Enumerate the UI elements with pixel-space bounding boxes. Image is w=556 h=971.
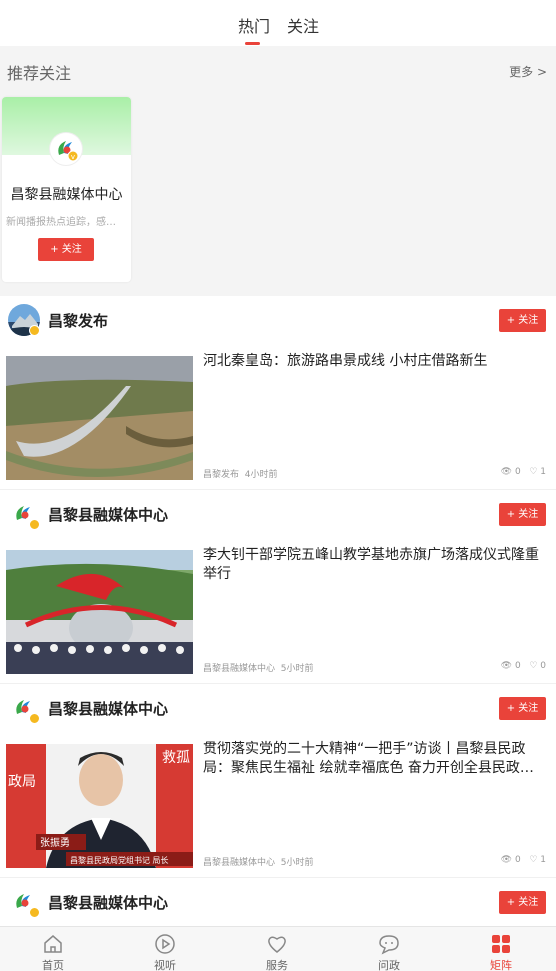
post-source: 昌黎县融媒体中心 — [203, 858, 276, 868]
post-meta: 昌黎县融媒体中心 5小时前 — [203, 855, 313, 868]
post-thumbnail[interactable] — [6, 356, 193, 480]
view-count: 0 — [514, 661, 521, 671]
media-center-logo-icon: v — [50, 133, 82, 165]
post-meta: 昌黎发布 4小时前 — [203, 467, 277, 480]
post-author[interactable]: 昌黎县融媒体中心 — [48, 698, 168, 719]
sign-right-text: 救孤 — [162, 750, 190, 766]
svg-text:v: v — [71, 153, 75, 161]
feed-post[interactable]: 昌黎县融媒体中心 + 关注 — [0, 878, 556, 926]
post-time: 4小时前 — [244, 470, 278, 480]
like-count: 0 — [540, 661, 546, 671]
recommend-card-desc: 新闻播报热点追踪，感… — [6, 217, 116, 228]
verified-badge-icon — [29, 907, 40, 918]
post-headline[interactable]: 河北秦皇岛：旅游路串景成线 小村庄借路新生 — [203, 352, 548, 371]
eye-icon: 👁 — [500, 661, 513, 671]
follow-button[interactable]: + 关注 — [499, 697, 546, 720]
nav-av[interactable]: 视听 — [135, 927, 195, 971]
recommend-follow-button[interactable]: + 关注 — [38, 238, 94, 261]
post-stats: 👁 0 ♡ 0 — [501, 661, 546, 671]
post-headline[interactable]: 李大钊干部学院五峰山教学基地赤旗广场落成仪式隆重举行 — [203, 546, 548, 584]
post-meta: 昌黎县融媒体中心 5小时前 — [203, 661, 313, 674]
eye-icon: 👁 — [500, 467, 513, 477]
nav-label: 视听 — [154, 959, 176, 971]
recommend-card-name: 昌黎县融媒体中心 — [10, 187, 123, 203]
post-thumbnail[interactable]: 政局 救孤 张振勇 昌黎县民政局党组书记 局长 — [6, 744, 193, 868]
home-icon — [44, 935, 62, 953]
view-count: 0 — [514, 467, 521, 477]
nav-matrix[interactable]: 矩阵 — [471, 927, 531, 971]
verified-badge-icon — [29, 519, 40, 530]
feed-post[interactable]: 昌黎县融媒体中心 + 关注 政局 救孤 张振勇 昌黎县民政局党组书记 局长 贯彻… — [0, 684, 556, 878]
nav-home[interactable]: 首页 — [23, 927, 83, 971]
post-thumbnail[interactable] — [6, 550, 193, 674]
view-count: 0 — [514, 855, 521, 865]
sign-left-text: 政局 — [8, 774, 36, 790]
recommend-card[interactable]: v 昌黎县融媒体中心 新闻播报热点追踪，感… + 关注 — [2, 97, 131, 282]
tab-hot[interactable]: 热门 — [238, 13, 270, 37]
post-author[interactable]: 昌黎县融媒体中心 — [48, 892, 168, 913]
post-stats: 👁 0 ♡ 1 — [501, 855, 546, 865]
post-author[interactable]: 昌黎发布 — [48, 310, 108, 331]
like-count: 1 — [540, 855, 546, 865]
recommend-more-link[interactable]: 更多 > — [509, 63, 547, 80]
caption-name: 张振勇 — [40, 836, 70, 849]
post-author[interactable]: 昌黎县融媒体中心 — [48, 504, 168, 525]
verified-badge-icon — [29, 325, 40, 336]
like-count: 1 — [540, 467, 546, 477]
verified-badge-icon — [29, 713, 40, 724]
post-source: 昌黎发布 — [203, 470, 240, 480]
recommend-title: 推荐关注 — [7, 64, 72, 83]
post-time: 5小时前 — [280, 858, 314, 868]
heart-outline-icon[interactable]: ♡ — [529, 855, 537, 865]
heart-outline-icon[interactable]: ♡ — [529, 467, 537, 477]
grid-icon — [492, 935, 510, 953]
top-tab-bar: 热门 关注 — [0, 0, 556, 46]
caption-title: 昌黎县民政局党组书记 局长 — [70, 855, 169, 865]
nav-label: 首页 — [42, 959, 64, 971]
chat-icon — [379, 935, 399, 955]
nav-label: 问政 — [378, 959, 400, 971]
recommend-header: 推荐关注 更多 > — [0, 46, 556, 94]
follow-button[interactable]: + 关注 — [499, 891, 546, 914]
post-stats: 👁 0 ♡ 1 — [501, 467, 546, 477]
heart-outline-icon[interactable]: ♡ — [529, 661, 537, 671]
active-tab-indicator — [245, 42, 260, 45]
nav-label: 服务 — [266, 959, 288, 971]
post-time: 5小时前 — [280, 664, 314, 674]
eye-icon: 👁 — [500, 855, 513, 865]
bottom-navigation: 首页 视听 服务 问政 矩阵 — [0, 926, 556, 971]
feed-post[interactable]: 昌黎县融媒体中心 + 关注 李大钊干部学院五峰山教学基地赤旗广场落成仪式隆重举行… — [0, 490, 556, 684]
follow-button[interactable]: + 关注 — [499, 503, 546, 526]
nav-service[interactable]: 服务 — [247, 927, 307, 971]
nav-politics[interactable]: 问政 — [359, 927, 419, 971]
play-icon — [155, 934, 175, 954]
heart-icon — [268, 936, 286, 953]
follow-button[interactable]: + 关注 — [499, 309, 546, 332]
post-headline[interactable]: 贯彻落实党的二十大精神“一把手”访谈丨昌黎县民政局：聚焦民生福祉 绘就幸福底色 … — [203, 740, 548, 778]
tab-following[interactable]: 关注 — [287, 13, 319, 37]
post-source: 昌黎县融媒体中心 — [203, 664, 276, 674]
nav-label: 矩阵 — [490, 959, 512, 971]
feed-post[interactable]: 昌黎发布 + 关注 河北秦皇岛：旅游路串景成线 小村庄借路新生 昌黎发布 4小时… — [0, 296, 556, 490]
